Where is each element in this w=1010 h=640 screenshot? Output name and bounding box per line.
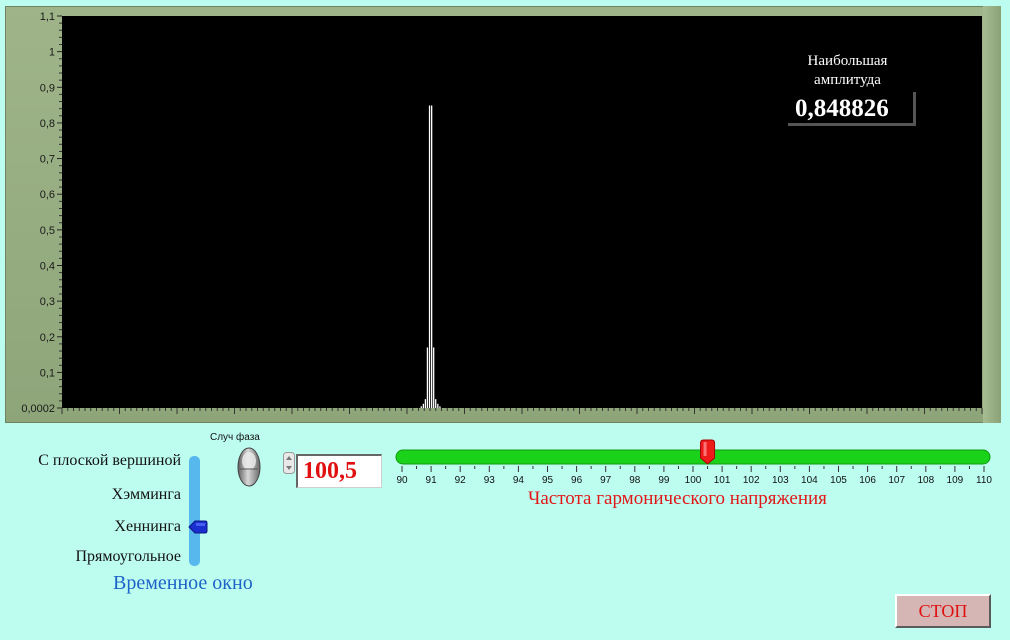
window-option-hamming[interactable]: Хэмминга [112, 486, 181, 504]
stop-button[interactable]: СТОП [895, 594, 991, 628]
y-tick-label: 0,1 [40, 367, 55, 379]
frequency-tick-label: 110 [976, 475, 992, 486]
window-slider-thumb[interactable] [188, 520, 208, 534]
frequency-slider[interactable]: 90 91 92 93 94 95 96 97 98 99 100 101 102 103 104 105 10… [390, 436, 1000, 486]
frequency-spinner[interactable] [283, 452, 295, 474]
frequency-tick-label: 104 [801, 475, 818, 486]
frequency-tick-label: 107 [888, 475, 905, 486]
y-tick-label: 0,6 [40, 189, 55, 201]
y-tick-label: 0,4 [40, 260, 55, 272]
y-tick-label: 1,1 [40, 11, 55, 23]
max-amplitude-label-line2: амплитуда [814, 72, 881, 88]
window-option-rectangular[interactable]: Прямоугольное [75, 548, 181, 566]
max-amplitude-label-line1: Наибольшая [807, 53, 888, 69]
frequency-tick-label: 91 [426, 475, 438, 486]
frequency-tick-label: 95 [542, 475, 554, 486]
frequency-tick-label: 93 [484, 475, 496, 486]
window-option-flat-top[interactable]: С плоской вершиной [38, 452, 181, 470]
y-tick-label: 0,7 [40, 154, 55, 166]
random-phase-label: Случ фаза [210, 432, 260, 443]
frequency-title: Частота гармонического напряжения [528, 488, 827, 509]
y-tick-label: 0,3 [40, 296, 55, 308]
frequency-tick-label: 106 [859, 475, 876, 486]
window-slider-track[interactable] [189, 456, 200, 566]
random-phase-toggle[interactable] [237, 447, 261, 487]
frequency-slider-track [395, 449, 991, 465]
frequency-tick-label: 96 [571, 475, 583, 486]
frequency-tick-label: 90 [396, 475, 408, 486]
y-tick-label: 0,8 [40, 118, 55, 130]
y-tick-label: 0,9 [40, 82, 55, 94]
frequency-tick-label: 109 [947, 475, 964, 486]
frequency-tick-label: 108 [917, 475, 934, 486]
frequency-tick-label: 105 [830, 475, 847, 486]
frequency-input[interactable]: 100,5 [296, 454, 382, 488]
frequency-tick-label: 101 [714, 475, 731, 486]
max-amplitude-label: Наибольшая амплитуда [790, 52, 905, 90]
y-tick-label: 0,0002 [21, 403, 55, 415]
frequency-tick-label: 102 [743, 475, 760, 486]
frequency-tick-label: 103 [772, 475, 789, 486]
y-tick-label: 0,5 [40, 225, 55, 237]
frequency-tick-label: 97 [600, 475, 612, 486]
frequency-tick-label: 99 [658, 475, 670, 486]
y-tick-label: 0,2 [40, 332, 55, 344]
frequency-slider-thumb [700, 439, 716, 465]
frequency-tick-label: 94 [513, 475, 525, 486]
frequency-tick-label: 100 [685, 475, 702, 486]
window-option-hanning[interactable]: Хеннинга [114, 518, 181, 536]
y-tick-label: 1 [49, 47, 55, 59]
window-title: Временное окно [113, 572, 253, 594]
frequency-tick-label: 92 [455, 475, 467, 486]
max-amplitude-value: 0,848826 [788, 92, 916, 126]
frequency-tick-label: 98 [629, 475, 641, 486]
